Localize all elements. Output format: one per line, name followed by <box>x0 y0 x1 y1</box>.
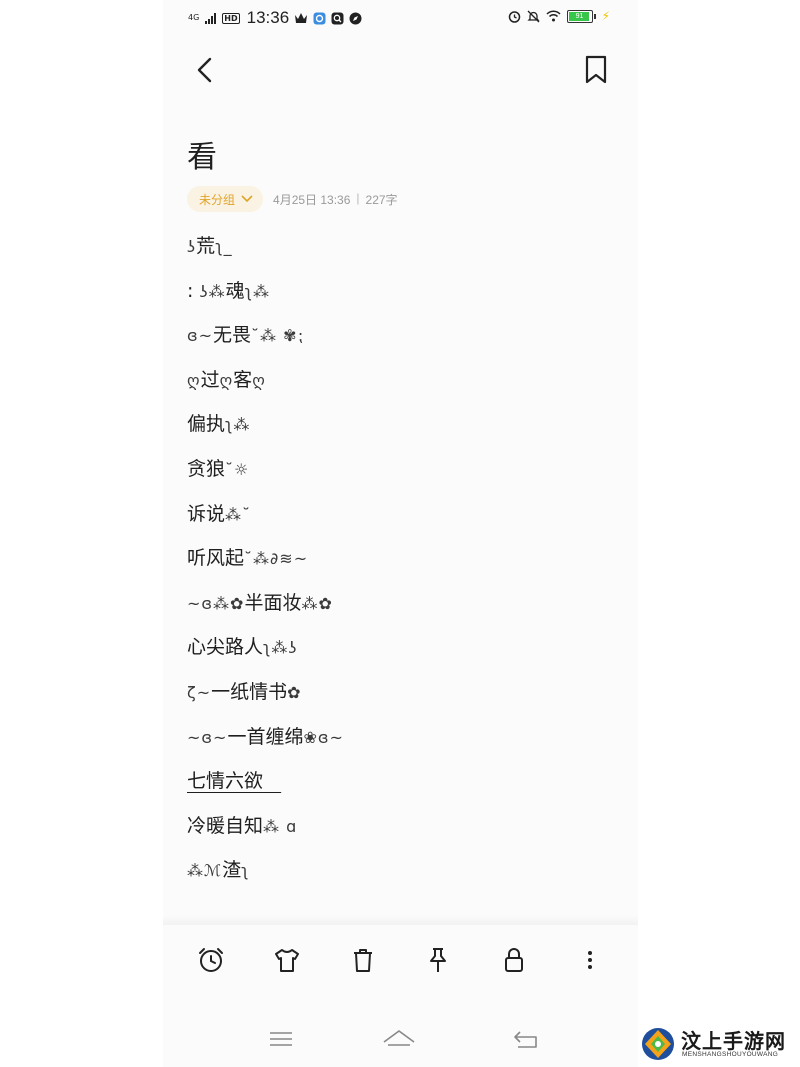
ornament-icon: ⁂✿ <box>301 593 333 613</box>
note-line: ʖ荒ʅ_ <box>187 235 233 257</box>
ornament-icon: ɞ~ <box>187 326 214 346</box>
ornament-icon: ღ <box>187 370 201 390</box>
shirt-icon <box>274 949 299 972</box>
ornament-icon: ʅ <box>241 861 250 881</box>
ornament-icon: ʖ <box>187 237 197 256</box>
ornament-icon: ⁂ ɑ <box>263 816 298 836</box>
note-line: 心尖路人ʅ⁂ʖ <box>187 636 298 659</box>
note-title[interactable]: 看 <box>187 132 217 176</box>
chevron-left-icon <box>197 57 212 83</box>
note-line: 冷暖自知⁂ ɑ <box>187 814 298 837</box>
note-line: ~ɞ⁂✿半面妆⁂✿ <box>187 591 333 614</box>
ornament-icon: ʅ⁂ <box>225 415 251 435</box>
ornament-icon: ⁂ℳ <box>187 861 223 881</box>
menu-icon <box>270 1032 292 1046</box>
battery-level: 91 <box>575 12 584 20</box>
status-time: 13:36 <box>246 8 290 27</box>
back-nav-button[interactable] <box>506 1024 546 1054</box>
note-line: 贪狼˘☼ <box>187 457 250 480</box>
note-line: 听风起˘⁂∂≋~ <box>187 547 309 570</box>
char-count: 227字 <box>365 192 398 207</box>
note-line: 偏执ʅ⁂ <box>187 413 251 436</box>
ornament-icon: ʅ⁂ <box>244 281 271 301</box>
more-vertical-icon <box>588 951 593 969</box>
ornament-icon: ʅ⁂ʖ <box>263 638 298 658</box>
mute-icon <box>526 10 540 22</box>
wifi-icon <box>546 10 561 22</box>
lock-icon <box>505 948 524 972</box>
watermark: 汶上手游网 MENSHANGSHOUYOUWANG <box>641 1027 791 1063</box>
note-line: 诉说⁂˘ <box>187 502 252 525</box>
ornament-icon: ʖ⁂ <box>193 281 226 301</box>
ornament-icon: ~ɞ~ <box>187 727 228 747</box>
ornament-icon: ˘⁂∂≋~ <box>244 549 309 569</box>
ornament-icon: ζ~ <box>187 682 212 702</box>
watermark-logo <box>642 1028 674 1060</box>
alarm-clock-icon <box>198 948 223 972</box>
note-line: ~ɞ~一首缠绵❀ɞ~ <box>187 725 344 748</box>
chevron-down-icon <box>241 195 253 203</box>
meta-separator: | <box>356 190 360 205</box>
ornament-icon: ˘⁂ ✾⁏ <box>251 326 304 346</box>
phone-screen: 4G HD 13:36 91 ⚡ 看 未分组 4月25日 13:36 | 227… <box>163 0 638 1067</box>
note-body[interactable]: ʖ荒ʅ_ : ʖ⁂魂ʅ⁂ ɞ~无畏˘⁂ ✾⁏ ღ过ღ客ღ 偏执ʅ⁂ 贪狼˘☼ 诉… <box>187 230 617 899</box>
note-line: ζ~一纸情书✿ <box>187 680 302 703</box>
toolbar-divider <box>163 915 638 925</box>
lock-button[interactable] <box>494 940 534 980</box>
crown-icon <box>295 13 308 23</box>
pin-button[interactable] <box>418 940 458 980</box>
theme-button[interactable] <box>267 940 307 980</box>
ornament-icon: ღ <box>219 370 234 390</box>
watermark-title: 汶上手游网 <box>681 1029 786 1053</box>
battery-icon: 91 <box>566 9 593 23</box>
search-app-icon <box>331 12 344 24</box>
note-date: 4月25日 13:36 <box>273 192 351 207</box>
reminder-button[interactable] <box>191 940 231 980</box>
bookmark-icon <box>585 55 607 84</box>
ornament-icon: ~ɞ⁂✿ <box>187 593 245 613</box>
note-line: 七情六欲 <box>187 770 264 793</box>
signal-icon <box>205 12 217 24</box>
note-line: ɞ~无畏˘⁂ ✾⁏ <box>187 324 304 347</box>
ornament-icon: ✿ <box>287 682 302 702</box>
bookmark-button[interactable] <box>581 52 611 88</box>
bottom-toolbar <box>163 935 638 985</box>
menu-nav-button[interactable] <box>261 1024 301 1054</box>
compass-icon <box>349 12 362 24</box>
back-button[interactable] <box>191 52 221 88</box>
home-icon <box>383 1030 415 1046</box>
group-label: 未分组 <box>199 192 236 207</box>
status-bar: 4G HD 13:36 91 ⚡ <box>163 6 638 32</box>
alarm-status-icon <box>508 10 520 23</box>
note-line: ⁂ℳ渣ʅ <box>187 859 250 882</box>
ornament-icon: ❀ɞ~ <box>303 727 344 747</box>
group-selector[interactable]: 未分组 <box>187 186 264 212</box>
network-indicator: 4G <box>188 14 199 22</box>
watermark-subtitle: MENSHANGSHOUYOUWANG <box>682 1051 779 1058</box>
delete-button[interactable] <box>343 940 383 980</box>
home-nav-button[interactable] <box>379 1024 419 1054</box>
ornament-icon: ღ <box>252 370 266 390</box>
hd-badge: HD <box>222 12 240 24</box>
note-line: : ʖ⁂魂ʅ⁂ <box>187 279 271 302</box>
more-button[interactable] <box>570 940 610 980</box>
ornament-icon: ⁂˘ <box>225 504 252 524</box>
pin-icon <box>430 948 447 972</box>
ornament-icon: ʅ_ <box>215 237 233 256</box>
trash-icon <box>353 949 372 972</box>
return-icon <box>514 1031 537 1048</box>
note-meta: 未分组 4月25日 13:36 | 227字 <box>187 186 398 212</box>
system-nav-bar <box>163 1018 638 1058</box>
ornament-icon: ˘☼ <box>225 459 250 479</box>
note-line: ღ过ღ客ღ <box>187 368 266 391</box>
app-notification-icon <box>313 12 326 24</box>
charging-icon: ⚡ <box>601 9 610 23</box>
network-type: 4G <box>188 13 200 22</box>
